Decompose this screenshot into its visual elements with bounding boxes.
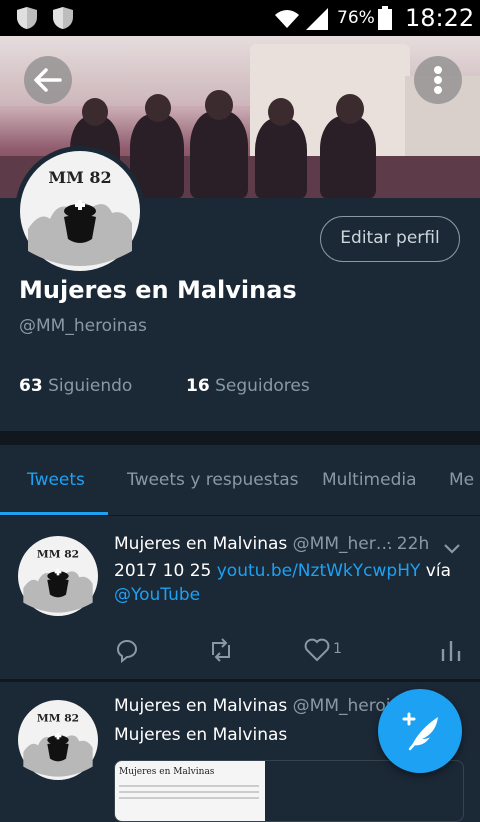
retweet-icon[interactable]	[208, 637, 234, 663]
following-label: Siguiendo	[48, 376, 133, 396]
compose-tweet-button[interactable]	[378, 689, 462, 773]
section-divider	[0, 431, 480, 445]
tweet-link[interactable]: youtu.be/NztWkYcwpHY	[217, 561, 421, 581]
clock: 18:22	[405, 4, 475, 32]
tweet-author: Mujeres en Malvinas @MM_her…	[114, 534, 393, 554]
tweet-item[interactable]: MM 82 Mujeres en Malvinas @MM_her… · 22h…	[0, 516, 480, 679]
profile-name: Mujeres en Malvinas	[19, 276, 297, 304]
svg-text:MM 82: MM 82	[48, 168, 111, 187]
battery-icon	[378, 6, 392, 30]
tweet-mention[interactable]: @YouTube	[114, 585, 200, 605]
tweet-avatar[interactable]: MM 82	[18, 700, 98, 780]
tweet-time: · 22h	[386, 534, 430, 554]
profile-avatar[interactable]: MM 82	[15, 146, 145, 276]
tab-likes[interactable]: Me	[449, 470, 474, 490]
battery-percent: 76%	[337, 8, 375, 28]
tab-media[interactable]: Multimedia	[322, 470, 417, 490]
document-title: Mujeres en Malvinas	[119, 767, 215, 777]
like-count: 1	[333, 641, 342, 657]
profile-tabs: Tweets Tweets y respuestas Multimedia Me	[0, 445, 480, 516]
document-preview: Mujeres en Malvinas	[115, 761, 265, 821]
followers-stat[interactable]: 16 Seguidores	[186, 376, 310, 396]
like-icon[interactable]	[304, 637, 330, 663]
chevron-down-icon[interactable]	[443, 542, 461, 556]
tweet-author-name: Mujeres en Malvinas	[114, 696, 288, 716]
svg-text:MM 82: MM 82	[37, 547, 79, 560]
arrow-left-icon	[34, 68, 62, 92]
tweet-author: Mujeres en Malvinas @MM_heroi…	[114, 696, 407, 716]
wifi-icon	[275, 10, 299, 29]
back-button[interactable]	[24, 56, 72, 104]
tweet-text: 2017 10 25 youtu.be/NztWkYcwpHY vía @You…	[114, 561, 451, 605]
followers-count: 16	[186, 376, 210, 396]
following-stat[interactable]: 63 Siguiendo	[19, 376, 132, 396]
status-bar: 76% 18:22	[0, 0, 480, 36]
more-vertical-icon	[434, 66, 442, 94]
svg-text:MM 82: MM 82	[37, 711, 79, 724]
analytics-icon[interactable]	[438, 637, 464, 663]
tweet-author-name: Mujeres en Malvinas	[114, 534, 288, 554]
compose-tweet-icon	[402, 712, 438, 751]
shield-icon	[53, 7, 73, 29]
tab-tweets[interactable]: Tweets	[27, 470, 85, 490]
profile-handle: @MM_heroinas	[19, 316, 147, 336]
tweet-author-handle: @MM_her…	[292, 534, 393, 554]
shield-icon	[17, 7, 37, 29]
reply-icon[interactable]	[114, 637, 140, 663]
followers-label: Seguidores	[215, 376, 310, 396]
edit-profile-button[interactable]: Editar perfil	[320, 216, 460, 262]
tweet-avatar[interactable]: MM 82	[18, 536, 98, 616]
more-options-button[interactable]	[414, 56, 462, 104]
signal-icon	[306, 8, 328, 30]
tab-tweets-replies[interactable]: Tweets y respuestas	[127, 470, 299, 490]
following-count: 63	[19, 376, 43, 396]
